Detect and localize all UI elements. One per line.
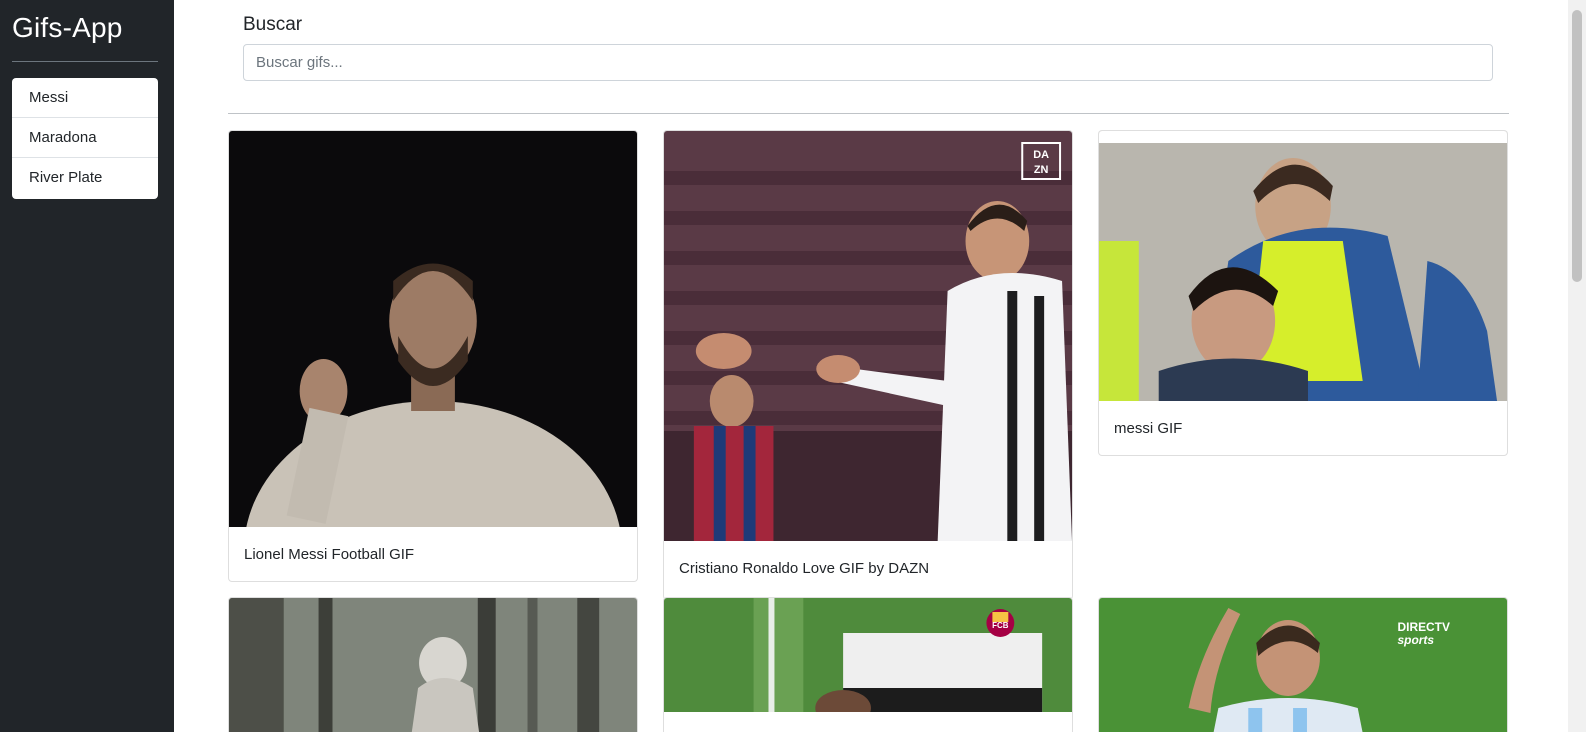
- main-divider: [228, 113, 1509, 114]
- history-item-messi[interactable]: Messi: [12, 78, 158, 118]
- directv-watermark: DIRECTV: [1398, 620, 1450, 634]
- gif-title: Cristiano Ronaldo Love GIF by DAZN: [679, 560, 930, 577]
- gif-image: DIRECTV sports: [1099, 598, 1507, 732]
- svg-text:sports: sports: [1398, 633, 1435, 647]
- gif-card[interactable]: Lionel Messi Football GIF: [228, 130, 638, 582]
- app-brand: Gifs-App: [12, 12, 123, 43]
- app-layout: Gifs-App Messi Maradona River Plate Busc…: [0, 0, 1586, 732]
- fcb-crest: FCB: [992, 621, 1009, 630]
- sidebar: Gifs-App Messi Maradona River Plate: [0, 0, 174, 732]
- svg-text:ZN: ZN: [1034, 164, 1049, 176]
- scrollbar-thumb[interactable]: [1572, 10, 1582, 282]
- search-input[interactable]: [243, 44, 1493, 81]
- gif-card[interactable]: DIRECTV sports: [1098, 597, 1508, 732]
- gif-card[interactable]: [228, 597, 638, 732]
- gif-card[interactable]: messi GIF: [1098, 130, 1508, 456]
- gif-image: [229, 598, 637, 732]
- gif-image: FCB: [664, 598, 1072, 712]
- search-label: Buscar: [243, 14, 303, 35]
- page-scrollbar[interactable]: [1568, 0, 1586, 732]
- gif-image: [229, 131, 637, 527]
- gif-title: Lionel Messi Football GIF: [244, 546, 415, 563]
- dazn-watermark: DA: [1033, 149, 1049, 161]
- gif-title: messi GIF: [1114, 420, 1183, 437]
- history-item-maradona[interactable]: Maradona: [12, 118, 158, 158]
- gif-image: [1099, 131, 1507, 401]
- history-item-river-plate[interactable]: River Plate: [12, 158, 158, 199]
- sidebar-divider: [12, 61, 158, 62]
- gif-card[interactable]: FCB: [663, 597, 1073, 732]
- gif-card[interactable]: DA ZN Cristiano Ronaldo Love GIF by DAZN: [663, 130, 1073, 600]
- search-history-list: Messi Maradona River Plate: [12, 78, 158, 199]
- gif-image: DA ZN: [664, 131, 1072, 541]
